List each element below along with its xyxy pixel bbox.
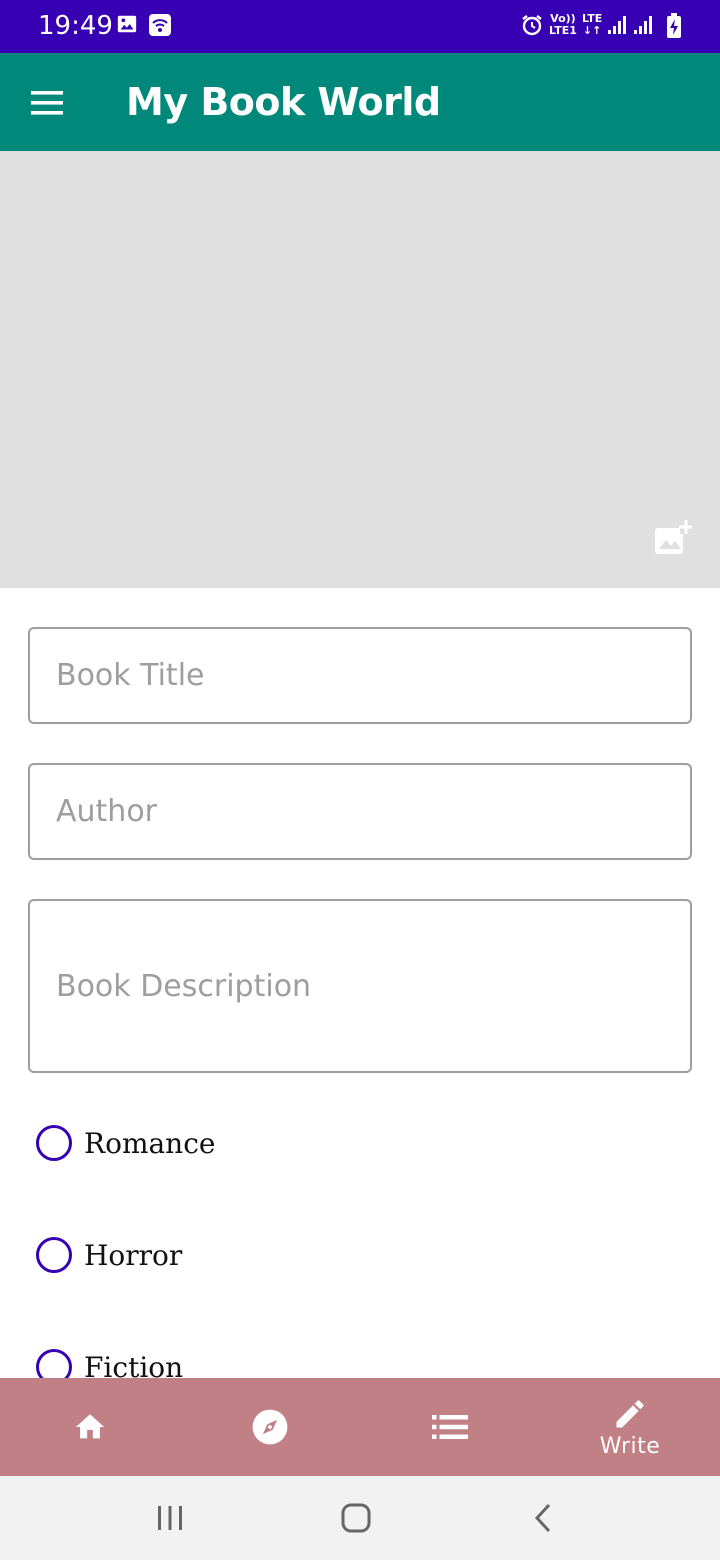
signal-icon <box>606 14 628 41</box>
nav-explore[interactable] <box>180 1378 360 1476</box>
nav-list[interactable] <box>360 1378 540 1476</box>
book-title-input[interactable] <box>30 629 690 722</box>
wifi-icon <box>148 13 172 42</box>
battery-icon <box>666 13 682 44</box>
book-title-field[interactable] <box>28 627 692 724</box>
status-time: 19:49 <box>38 11 113 41</box>
radio-button[interactable] <box>36 1237 72 1273</box>
home-button[interactable] <box>326 1496 386 1540</box>
status-bar: 19:49 Vo)) LTE1 LTE ↓↑ <box>0 0 720 53</box>
app-bar: My Book World <box>0 53 720 151</box>
system-navigation-bar <box>0 1476 720 1560</box>
menu-button[interactable] <box>20 75 76 131</box>
list-icon <box>432 1415 468 1439</box>
lte-indicator: LTE ↓↑ <box>582 13 602 37</box>
recent-apps-button[interactable] <box>140 1496 200 1540</box>
author-field[interactable] <box>28 763 692 860</box>
back-button[interactable] <box>514 1496 574 1540</box>
hamburger-icon <box>31 91 63 115</box>
app-title: My Book World <box>126 80 441 124</box>
radio-button[interactable] <box>36 1125 72 1161</box>
nav-write[interactable]: Write <box>540 1378 720 1476</box>
genre-radio-horror[interactable]: Horror <box>36 1225 436 1285</box>
lte1-label: LTE1 <box>549 24 577 37</box>
radio-label: Romance <box>84 1126 216 1160</box>
home-icon <box>75 1414 105 1439</box>
edit-icon <box>616 1399 644 1427</box>
alarm-icon <box>520 13 544 42</box>
home-button-icon <box>341 1503 371 1533</box>
add-photo-button[interactable] <box>652 518 693 558</box>
author-input[interactable] <box>30 765 690 858</box>
book-description-field[interactable] <box>28 899 692 1073</box>
back-icon <box>534 1503 551 1533</box>
explore-icon <box>252 1409 288 1445</box>
nav-write-label: Write <box>599 1433 661 1459</box>
data-arrows-icon: ↓↑ <box>582 24 602 37</box>
radio-label: Horror <box>84 1238 183 1272</box>
image-icon <box>116 13 138 40</box>
genre-radio-romance[interactable]: Romance <box>36 1113 436 1173</box>
recent-apps-icon <box>158 1506 182 1530</box>
bottom-navigation: Write <box>0 1378 720 1476</box>
signal-icon <box>632 14 654 41</box>
nav-home[interactable] <box>0 1378 180 1476</box>
add-photo-icon <box>655 520 693 554</box>
book-description-input[interactable] <box>30 901 690 1071</box>
volte-indicator: Vo)) LTE1 <box>549 13 577 37</box>
cover-image-area[interactable] <box>0 151 720 588</box>
